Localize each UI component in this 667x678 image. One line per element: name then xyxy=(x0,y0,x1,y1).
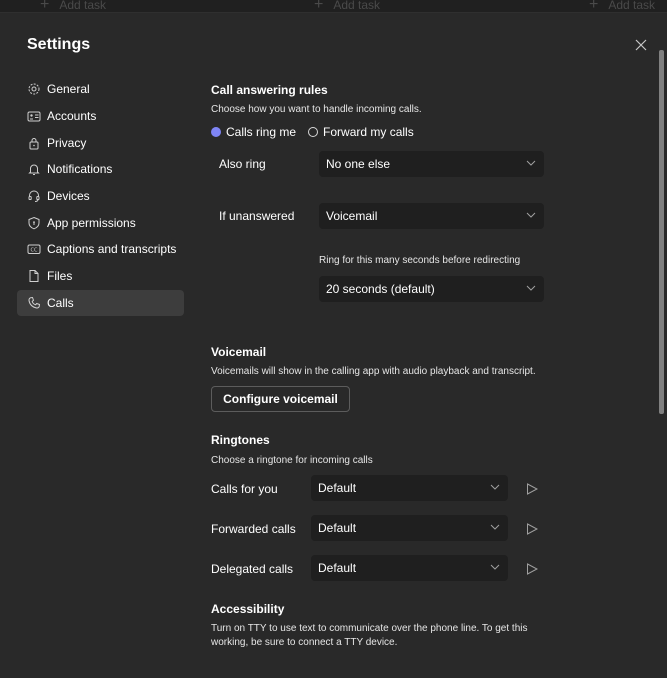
ringtones-description: Choose a ringtone for incoming calls xyxy=(211,455,373,466)
ringtone-value: Default xyxy=(318,521,357,535)
sidebar-item-devices[interactable]: Devices xyxy=(17,183,184,210)
delegated-calls-label: Delegated calls xyxy=(211,562,294,576)
radio-forward-my-calls[interactable]: Forward my calls xyxy=(308,125,414,139)
closed-captions-icon: CC xyxy=(27,242,41,256)
play-ringtone-icon[interactable] xyxy=(526,563,538,575)
sidebar-item-label: Notifications xyxy=(47,162,113,177)
ring-duration-value: 20 seconds (default) xyxy=(326,282,435,296)
chevron-down-icon xyxy=(490,564,500,570)
sidebar-item-notifications[interactable]: Notifications xyxy=(17,156,184,183)
sidebar-item-label: Calls xyxy=(47,295,74,310)
sidebar-item-calls[interactable]: Calls xyxy=(17,289,184,317)
sidebar-item-label: Devices xyxy=(47,189,90,204)
sidebar-item-app-permissions[interactable]: App permissions xyxy=(17,209,184,236)
chevron-down-icon xyxy=(526,285,536,291)
if-unanswered-value: Voicemail xyxy=(326,209,378,223)
sidebar-item-label: Files xyxy=(47,269,73,284)
play-ringtone-icon[interactable] xyxy=(526,483,538,495)
chevron-down-icon xyxy=(526,212,536,218)
calls-for-you-ringtone-dropdown[interactable]: Default xyxy=(311,475,508,501)
delegated-calls-ringtone-dropdown[interactable]: Default xyxy=(311,555,508,581)
bell-icon xyxy=(27,162,41,176)
also-ring-label: Also ring xyxy=(219,157,266,171)
forwarded-calls-ringtone-dropdown[interactable]: Default xyxy=(311,515,508,541)
sidebar-item-captions-and-transcripts[interactable]: CC Captions and transcripts xyxy=(17,236,184,263)
settings-sidebar: General Accounts Privacy Notifications D… xyxy=(17,76,184,317)
radio-calls-ring-me[interactable]: Calls ring me xyxy=(211,125,296,139)
ring-duration-dropdown[interactable]: 20 seconds (default) xyxy=(319,276,544,302)
radio-selected-indicator xyxy=(211,127,221,137)
headset-icon xyxy=(27,189,41,203)
accessibility-heading: Accessibility xyxy=(211,602,285,616)
settings-dialog: Settings General Accounts Privacy Notifi… xyxy=(0,12,667,678)
sidebar-item-label: App permissions xyxy=(47,215,136,230)
radio-label: Forward my calls xyxy=(323,125,414,139)
voicemail-description: Voicemails will show in the calling app … xyxy=(211,366,536,377)
forwarded-calls-label: Forwarded calls xyxy=(211,522,296,536)
accessibility-description: Turn on TTY to use text to communicate o… xyxy=(211,623,528,648)
contact-card-icon xyxy=(27,109,41,123)
sidebar-item-files[interactable]: Files xyxy=(17,263,184,290)
chevron-down-icon xyxy=(490,484,500,490)
if-unanswered-label: If unanswered xyxy=(219,209,295,223)
sidebar-item-label: Captions and transcripts xyxy=(47,242,177,257)
radio-unselected-indicator xyxy=(308,127,319,137)
sidebar-item-general[interactable]: General xyxy=(17,76,184,103)
play-ringtone-icon[interactable] xyxy=(526,523,538,535)
sidebar-item-label: Accounts xyxy=(47,109,97,124)
voicemail-heading: Voicemail xyxy=(211,345,267,359)
call-answering-description: Choose how you want to handle incoming c… xyxy=(211,104,422,115)
add-task-label: Add task xyxy=(333,0,381,12)
call-answering-heading: Call answering rules xyxy=(211,83,328,97)
ringtone-value: Default xyxy=(318,481,357,495)
sidebar-item-label: General xyxy=(47,82,90,97)
radio-label: Calls ring me xyxy=(226,125,297,139)
close-button[interactable] xyxy=(633,37,649,53)
also-ring-dropdown[interactable]: No one else xyxy=(319,151,544,177)
ring-duration-label: Ring for this many seconds before redire… xyxy=(319,255,521,266)
add-task-label: Add task xyxy=(59,0,107,12)
dialog-title: Settings xyxy=(27,36,91,53)
document-icon xyxy=(27,269,41,283)
calls-for-you-label: Calls for you xyxy=(211,482,278,496)
chevron-down-icon xyxy=(526,160,536,166)
also-ring-value: No one else xyxy=(326,157,391,171)
phone-icon xyxy=(27,296,41,310)
lock-icon xyxy=(27,136,41,150)
ringtones-heading: Ringtones xyxy=(211,433,270,447)
configure-voicemail-button[interactable]: Configure voicemail xyxy=(211,386,350,412)
close-icon xyxy=(635,39,647,51)
chevron-down-icon xyxy=(490,524,500,530)
svg-text:CC: CC xyxy=(31,248,38,254)
sidebar-item-privacy[interactable]: Privacy xyxy=(17,129,184,156)
if-unanswered-dropdown[interactable]: Voicemail xyxy=(319,203,544,229)
shield-icon xyxy=(27,216,41,230)
scrollbar-thumb[interactable] xyxy=(659,50,664,414)
gear-icon xyxy=(27,82,41,96)
add-task-label: Add task xyxy=(608,0,656,12)
sidebar-item-label: Privacy xyxy=(47,135,87,150)
call-answering-options: Calls ring me Forward my calls xyxy=(211,125,426,139)
sidebar-item-accounts[interactable]: Accounts xyxy=(17,103,184,130)
ringtone-value: Default xyxy=(318,561,357,575)
